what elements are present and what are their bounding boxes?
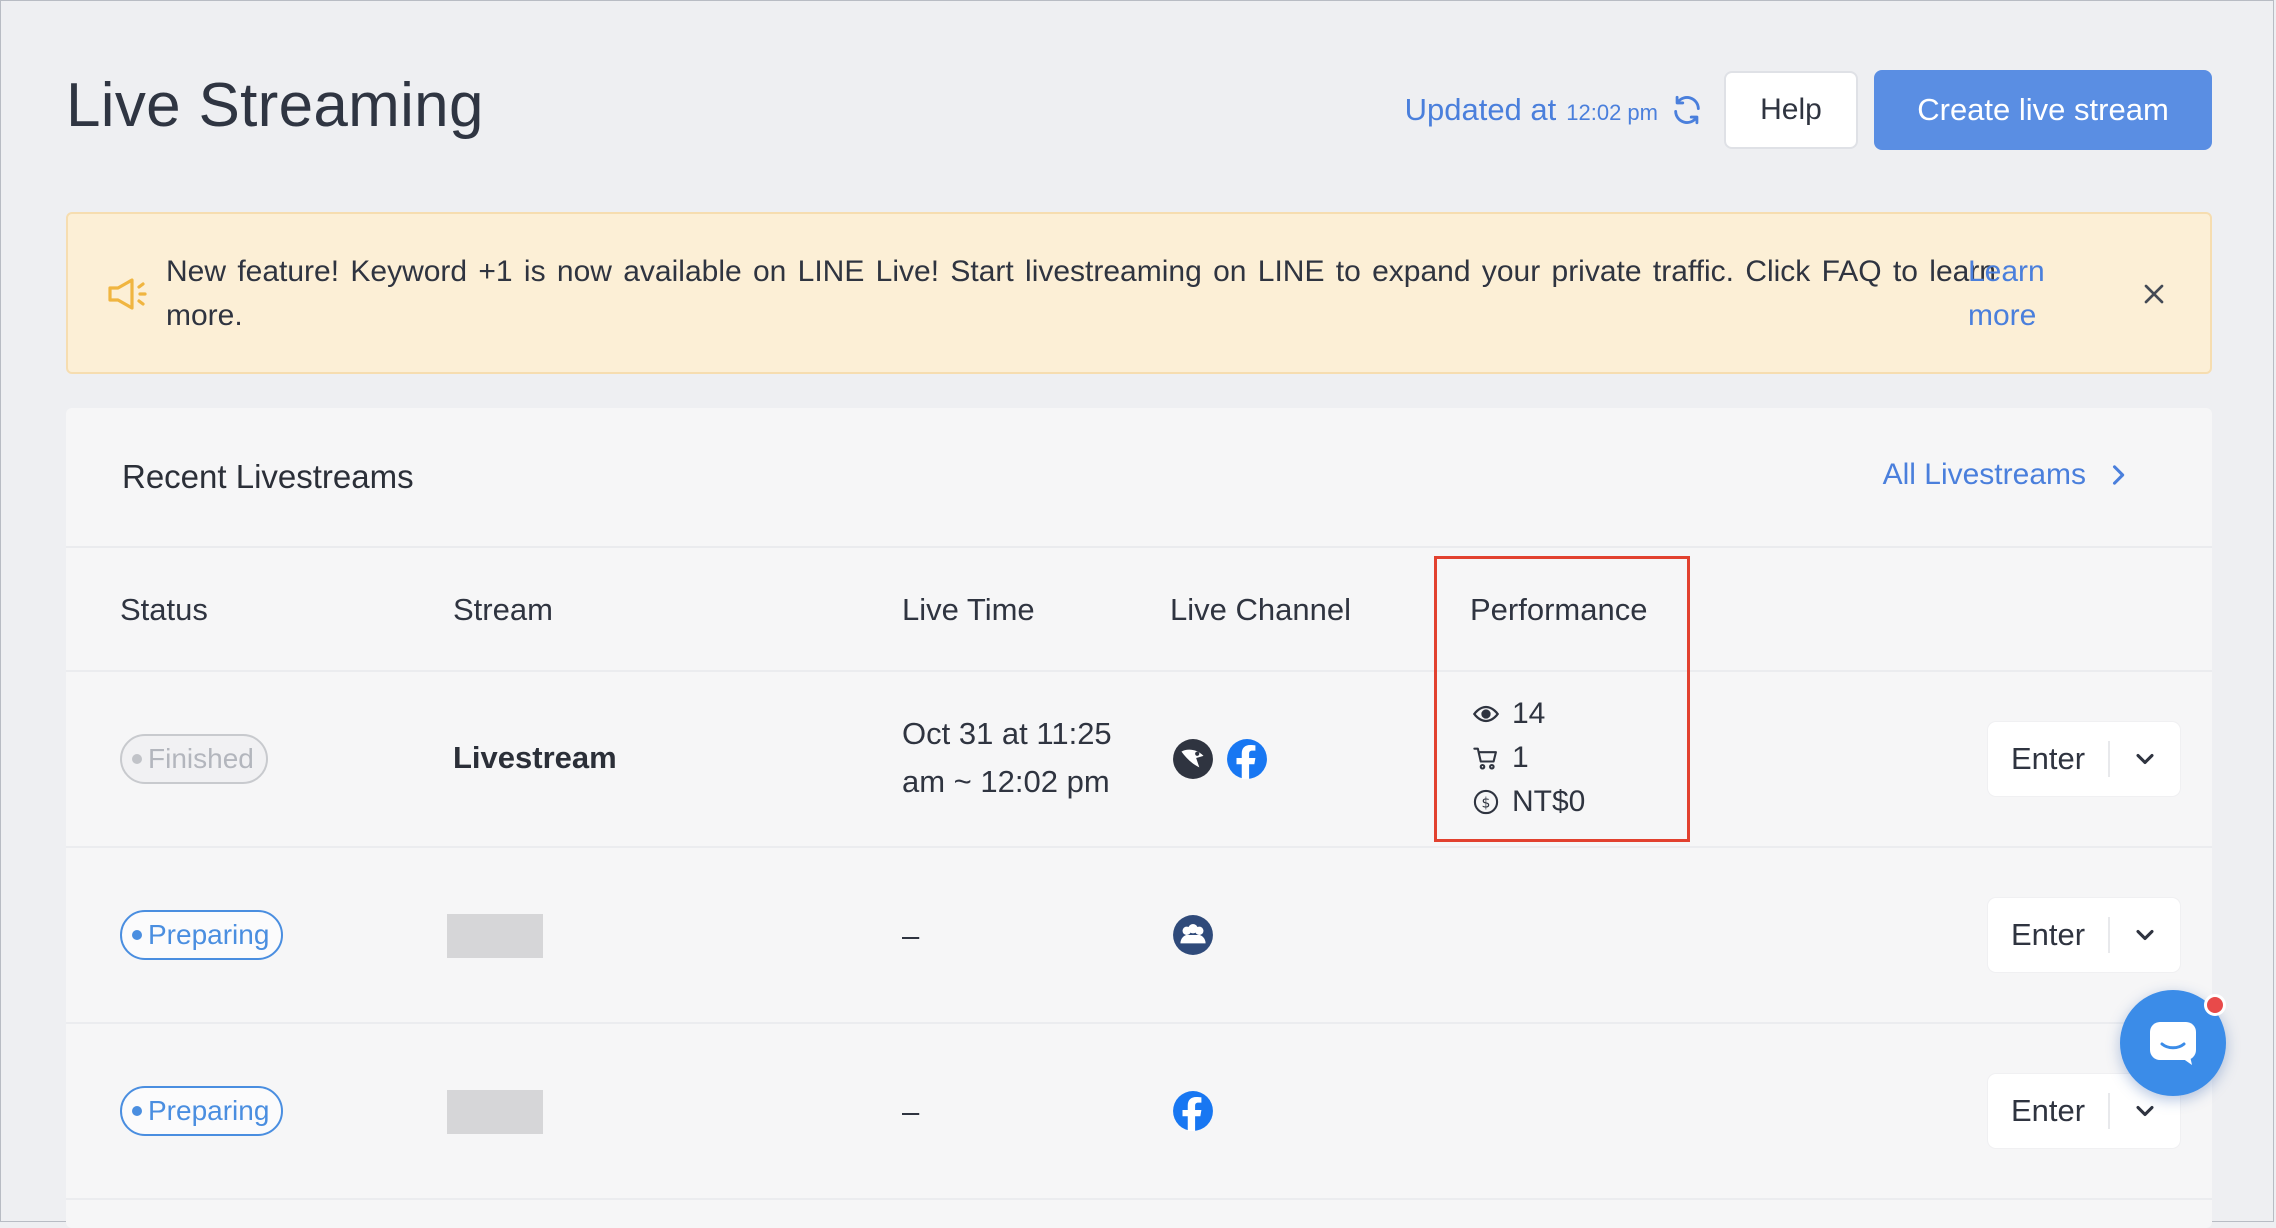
chat-support-button[interactable] bbox=[2120, 990, 2226, 1096]
more-options-dropdown[interactable] bbox=[2110, 745, 2180, 773]
table-row[interactable]: Finished Livestream Oct 31 at 11:25 am ~… bbox=[66, 672, 2212, 848]
close-icon[interactable] bbox=[2138, 278, 2170, 310]
status-badge: Preparing bbox=[120, 910, 284, 960]
enter-button[interactable]: Enter bbox=[1988, 741, 2108, 777]
column-status: Status bbox=[120, 592, 208, 627]
header-actions: Updated at 12:02 pm Help Create live str… bbox=[1405, 70, 2212, 150]
status-badge: Preparing bbox=[120, 1086, 284, 1136]
chevron-down-icon bbox=[2136, 753, 2154, 765]
stream-name[interactable]: Livestream bbox=[453, 740, 617, 776]
chevron-right-icon bbox=[2112, 465, 2125, 485]
enter-button[interactable]: Enter bbox=[1988, 917, 2108, 953]
enter-button-group: Enter bbox=[1988, 898, 2180, 972]
feature-banner: New feature! Keyword +1 is now available… bbox=[66, 212, 2212, 374]
status-badge: Finished bbox=[120, 734, 268, 784]
more-options-dropdown[interactable] bbox=[2110, 921, 2180, 949]
more-options-dropdown[interactable] bbox=[2110, 1097, 2180, 1125]
chevron-down-icon bbox=[2136, 929, 2154, 941]
live-time: – bbox=[902, 1094, 920, 1129]
table-header: Status Stream Live Time Live Channel Per… bbox=[66, 548, 2212, 672]
refresh-icon[interactable] bbox=[1670, 93, 1704, 127]
facebook-icon bbox=[1173, 1091, 1213, 1131]
help-button[interactable]: Help bbox=[1724, 71, 1858, 149]
facebook-icon bbox=[1227, 739, 1267, 779]
learn-more-link[interactable]: Learn more bbox=[1968, 250, 2088, 338]
status-dot bbox=[132, 1106, 142, 1116]
status-label: Preparing bbox=[148, 1095, 270, 1126]
create-live-stream-button[interactable]: Create live stream bbox=[1874, 70, 2212, 150]
table-row[interactable]: Preparing – Enter bbox=[66, 1024, 2212, 1200]
table-row[interactable]: Preparing – Enter bbox=[66, 848, 2212, 1024]
column-live-channel: Live Channel bbox=[1170, 592, 1351, 627]
enter-button-group: Enter bbox=[1988, 722, 2180, 796]
column-live-time: Live Time bbox=[902, 592, 1035, 627]
updated-label: Updated at bbox=[1404, 92, 1557, 127]
updated-time: 12:02 pm bbox=[1566, 100, 1658, 125]
card-header: Recent Livestreams All Livestreams bbox=[66, 408, 2212, 548]
status-dot bbox=[132, 930, 142, 940]
status-dot bbox=[132, 754, 142, 764]
group-icon bbox=[1173, 915, 1213, 955]
stream-name-redacted bbox=[447, 914, 543, 958]
all-livestreams-link[interactable]: All Livestreams bbox=[1883, 458, 2132, 492]
notification-dot bbox=[2204, 994, 2226, 1016]
all-livestreams-label: All Livestreams bbox=[1882, 458, 2086, 491]
stream-name-redacted bbox=[447, 1090, 543, 1134]
live-time: – bbox=[902, 918, 920, 953]
enter-button[interactable]: Enter bbox=[1988, 1093, 2108, 1129]
column-stream: Stream bbox=[453, 592, 553, 627]
status-label: Preparing bbox=[148, 919, 270, 950]
live-time: Oct 31 at 11:25 am ~ 12:02 pm bbox=[902, 716, 1112, 799]
updated-status: Updated at 12:02 pm bbox=[1405, 92, 1704, 128]
page-title: Live Streaming bbox=[66, 71, 484, 140]
line-live-icon bbox=[1173, 739, 1213, 779]
status-label: Finished bbox=[148, 743, 254, 774]
performance-highlight-box bbox=[1434, 556, 1690, 842]
banner-text: New feature! Keyword +1 is now available… bbox=[166, 255, 1996, 332]
card-title: Recent Livestreams bbox=[122, 458, 414, 495]
chat-icon bbox=[2150, 1022, 2196, 1065]
megaphone-icon bbox=[108, 278, 147, 310]
recent-livestreams-card: Recent Livestreams All Livestreams Statu… bbox=[66, 408, 2212, 1228]
chevron-down-icon bbox=[2136, 1105, 2154, 1117]
